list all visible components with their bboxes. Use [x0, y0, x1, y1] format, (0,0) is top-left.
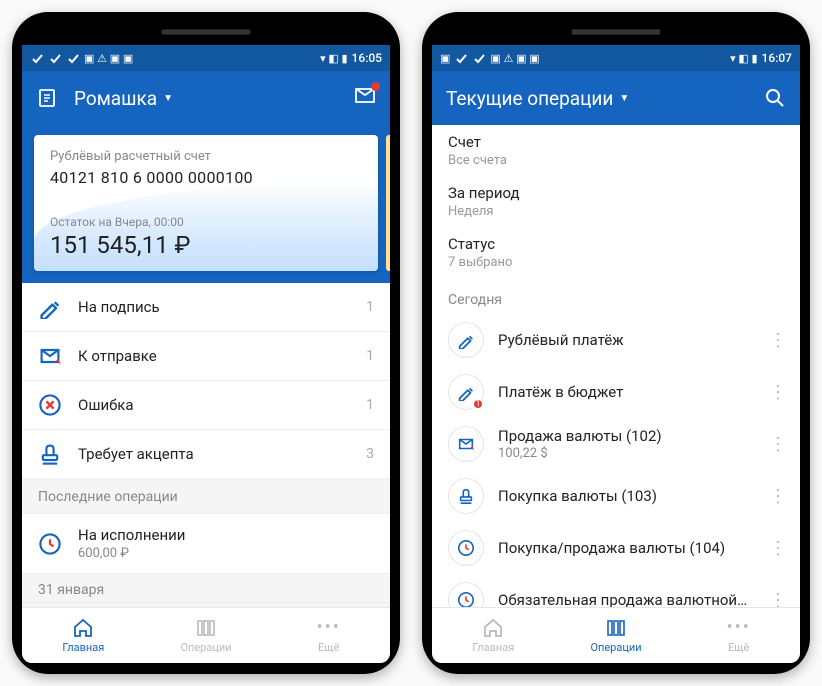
- op-row[interactable]: Продажа валюты (102) 100,22 $ ⋮: [432, 418, 800, 470]
- screen-left: ▣ ⚠ ▣ ▣ ▾ ◧ ▮ 16:05 Ромашка ▼ Рублёвый р…: [22, 45, 390, 663]
- account-card-area: Рублёвый расчетный счет 40121 810 6 0000…: [22, 125, 390, 283]
- stamp-icon: [38, 442, 62, 466]
- nav-home[interactable]: Главная: [22, 608, 145, 663]
- balance-label: Остаток на Вчера, 00:00: [50, 215, 362, 229]
- status-icons-left: ▣ ⚠ ▣ ▣: [30, 51, 133, 65]
- nav-more[interactable]: ••• Ещё: [267, 608, 390, 663]
- app-bar: Ромашка ▼: [22, 71, 390, 125]
- status-row-send[interactable]: К отправке 1: [22, 332, 390, 381]
- clock-icon: [38, 532, 62, 556]
- status-row-sign[interactable]: На подпись 1: [22, 283, 390, 332]
- nav-operations[interactable]: Операции: [555, 608, 678, 663]
- filter-account[interactable]: Счет Все счета: [432, 125, 800, 176]
- account-number: 40121 810 6 0000 0000100: [50, 168, 362, 187]
- mail-icon: [354, 85, 376, 107]
- op-row[interactable]: 1 Платёж в бюджет ⋮: [432, 366, 800, 418]
- row-menu[interactable]: ⋮: [764, 434, 792, 455]
- status-row-error[interactable]: Ошибка 1: [22, 381, 390, 430]
- recent-op-row[interactable]: На исполнении 600,00 ₽: [22, 514, 390, 574]
- chevron-down-icon: ▼: [163, 93, 173, 104]
- date-header: 31 января: [22, 574, 390, 603]
- home-icon: [72, 617, 94, 639]
- badge: 1: [472, 398, 484, 410]
- sign-icon: [38, 295, 62, 319]
- recent-ops-header: Последние операции: [22, 479, 390, 514]
- phone-right: ▣ ▣ ⚠ ▣ ▣ ▾ ◧ ▮ 16:07 Текущие операции ▼…: [422, 12, 810, 674]
- next-card-peek[interactable]: [386, 135, 390, 271]
- bottom-nav: Главная Операции ••• Ещё: [22, 607, 390, 663]
- op-row[interactable]: Покупка/продажа валюты (104) ⋮: [432, 522, 800, 574]
- status-time: 16:07: [762, 51, 792, 65]
- mail-button[interactable]: [354, 85, 376, 111]
- filter-status[interactable]: Статус 7 выбрано: [432, 227, 800, 278]
- more-icon: •••: [317, 617, 341, 639]
- operations-selector[interactable]: Текущие операции ▼: [446, 87, 748, 110]
- clock-icon: [448, 582, 484, 607]
- screen-right: ▣ ▣ ⚠ ▣ ▣ ▾ ◧ ▮ 16:07 Текущие операции ▼…: [432, 45, 800, 663]
- row-menu[interactable]: ⋮: [764, 330, 792, 351]
- bottom-nav: Главная Операции ••• Ещё: [432, 607, 800, 663]
- account-type-label: Рублёвый расчетный счет: [50, 149, 362, 164]
- main-content: Счет Все счета За период Неделя Статус 7…: [432, 125, 800, 607]
- company-selector[interactable]: Ромашка ▼: [74, 87, 338, 110]
- phone-speaker: [161, 29, 251, 35]
- phone-speaker: [571, 29, 661, 35]
- status-icons-left: ▣ ▣ ⚠ ▣ ▣: [440, 51, 540, 65]
- main-content: Рублёвый расчетный счет 40121 810 6 0000…: [22, 125, 390, 607]
- more-icon: •••: [727, 617, 751, 639]
- sign-icon: 1: [448, 374, 484, 410]
- chevron-down-icon: ▼: [619, 93, 629, 104]
- row-menu[interactable]: ⋮: [764, 486, 792, 507]
- row-menu[interactable]: ⋮: [764, 382, 792, 403]
- nav-home[interactable]: Главная: [432, 608, 555, 663]
- balance-value: 151 545,11 ₽: [50, 231, 362, 259]
- row-menu[interactable]: ⋮: [764, 538, 792, 559]
- operations-icon: [195, 617, 217, 639]
- op-row[interactable]: Обязательная продажа валютной вы… ⋮: [432, 574, 800, 607]
- status-icons-right: ▾ ◧ ▮ 16:07: [730, 51, 792, 65]
- doc-icon[interactable]: [36, 87, 58, 109]
- status-row-accept[interactable]: Требует акцепта 3: [22, 430, 390, 479]
- status-bar: ▣ ▣ ⚠ ▣ ▣ ▾ ◧ ▮ 16:07: [432, 45, 800, 71]
- status-bar: ▣ ⚠ ▣ ▣ ▾ ◧ ▮ 16:05: [22, 45, 390, 71]
- filter-period[interactable]: За период Неделя: [432, 176, 800, 227]
- search-button[interactable]: [764, 87, 786, 109]
- company-name: Ромашка: [74, 87, 157, 110]
- send-icon: [38, 344, 62, 368]
- appbar-title-text: Текущие операции: [446, 87, 613, 110]
- status-time: 16:05: [352, 51, 382, 65]
- nav-more[interactable]: ••• Ещё: [677, 608, 800, 663]
- status-icons-right: ▾ ◧ ▮ 16:05: [320, 51, 382, 65]
- op-row[interactable]: Покупка валюты (103) ⋮: [432, 470, 800, 522]
- nav-operations[interactable]: Операции: [145, 608, 268, 663]
- op-row[interactable]: Рублёвый платёж ⋮: [432, 314, 800, 366]
- row-menu[interactable]: ⋮: [764, 590, 792, 608]
- stamp-icon: [448, 478, 484, 514]
- error-icon: [38, 393, 62, 417]
- app-bar: Текущие операции ▼: [432, 71, 800, 125]
- sign-icon: [448, 322, 484, 358]
- operations-icon: [605, 617, 627, 639]
- send-icon: [448, 426, 484, 462]
- section-today: Сегодня: [432, 278, 800, 314]
- clock-icon: [448, 530, 484, 566]
- account-card[interactable]: Рублёвый расчетный счет 40121 810 6 0000…: [34, 135, 378, 271]
- phone-left: ▣ ⚠ ▣ ▣ ▾ ◧ ▮ 16:05 Ромашка ▼ Рублёвый р…: [12, 12, 400, 674]
- home-icon: [482, 617, 504, 639]
